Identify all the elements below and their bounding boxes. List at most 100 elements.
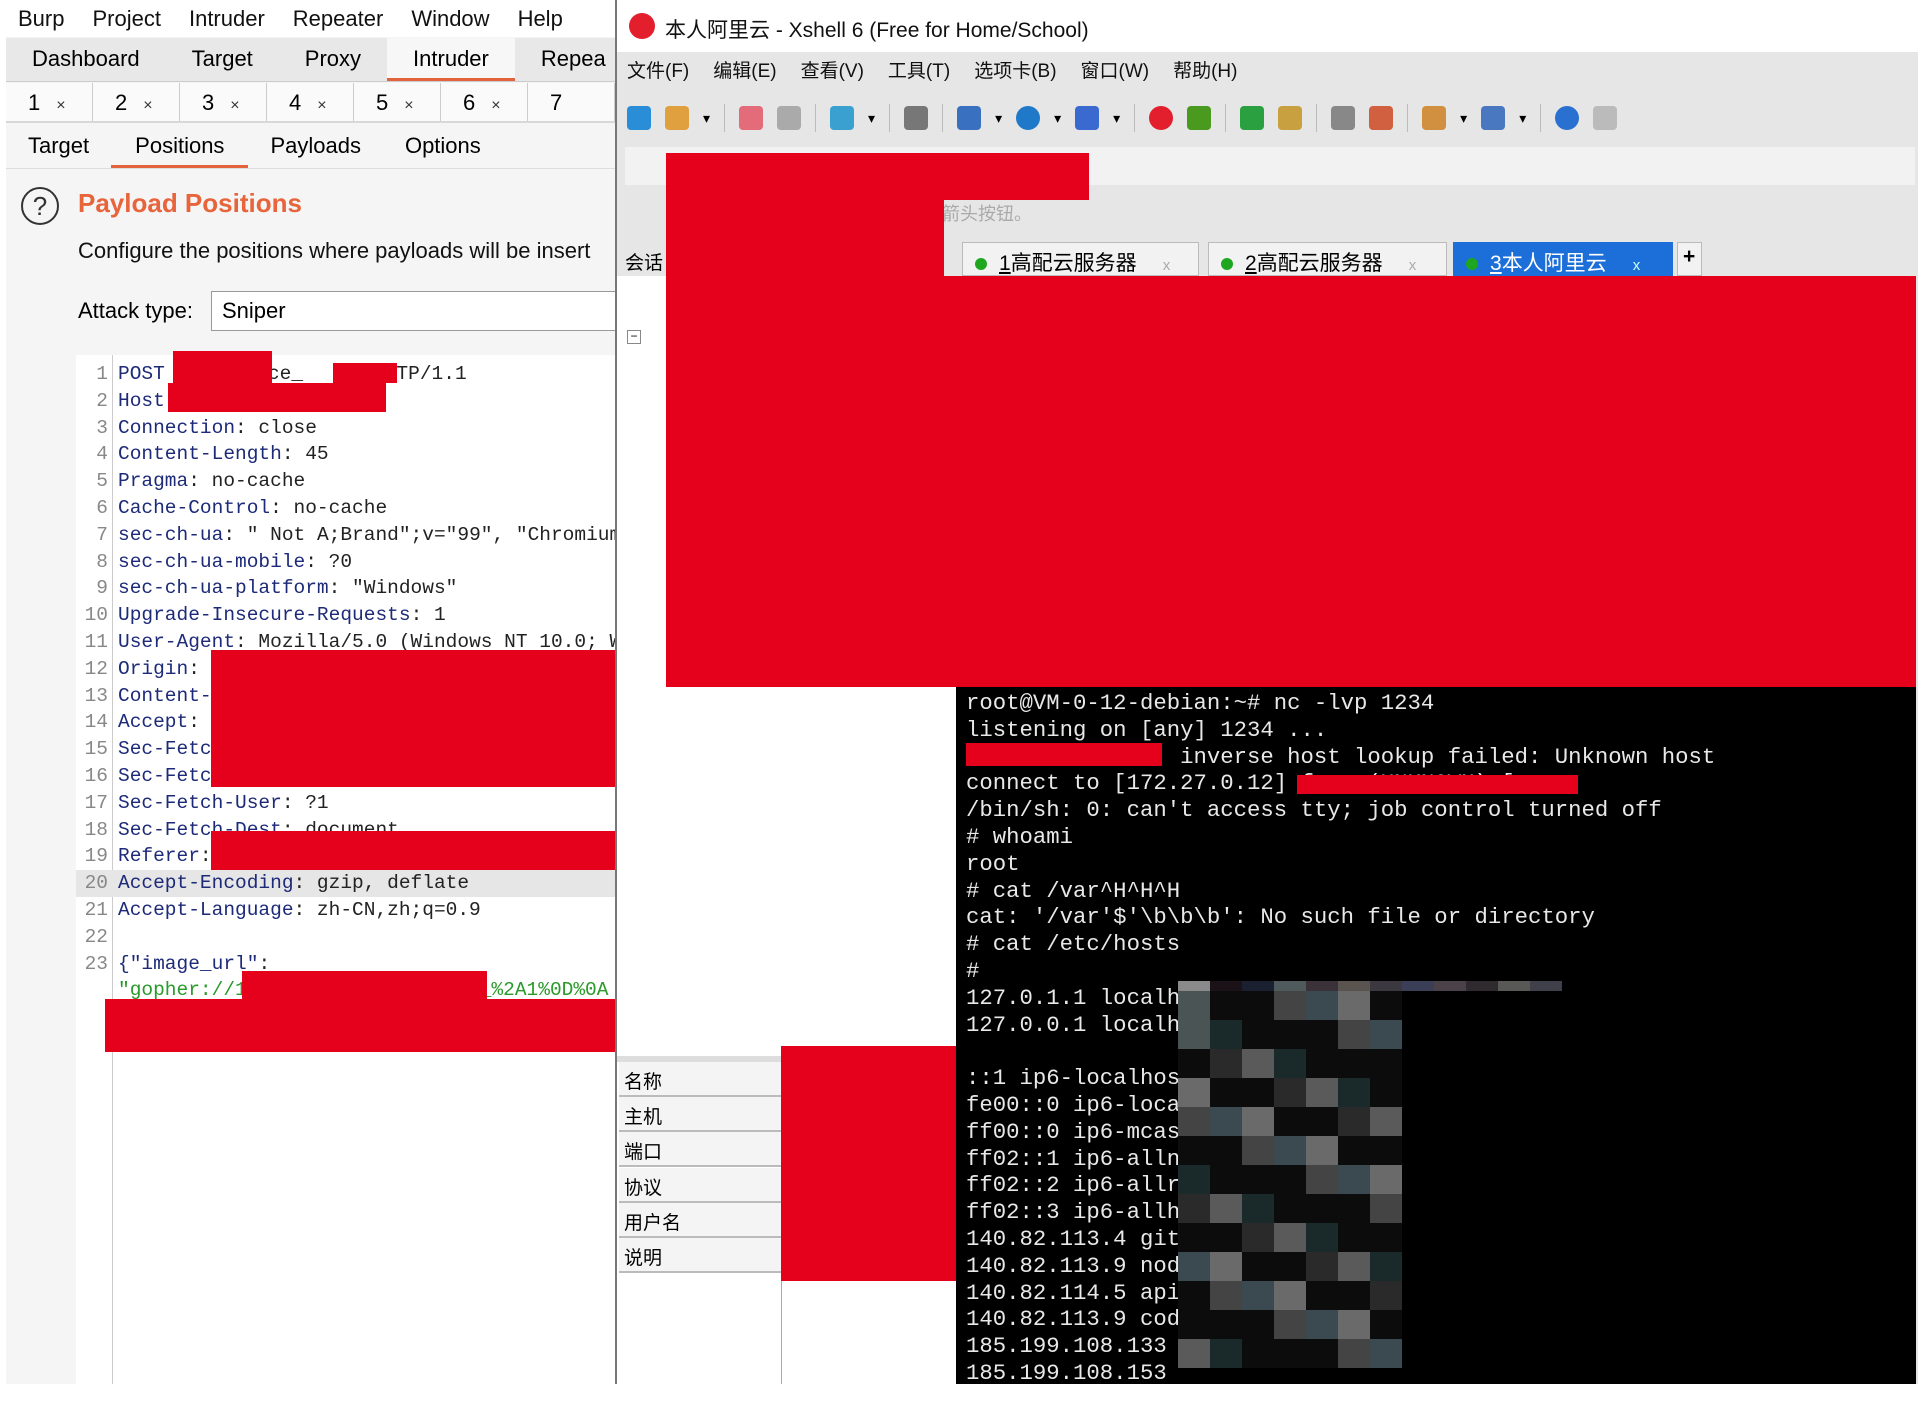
tab-repeater[interactable]: Repea — [515, 38, 615, 81]
help-icon[interactable]: ? — [21, 187, 59, 225]
pixelated-block — [1210, 981, 1242, 991]
menu-help[interactable]: Help — [518, 6, 563, 32]
terminal-line: /bin/sh: 0: can't access tty; job contro… — [966, 797, 1662, 824]
attack-type-select[interactable]: Sniper — [211, 291, 615, 331]
close-tab-icon[interactable]: × — [491, 97, 500, 114]
globe-icon[interactable] — [1016, 106, 1041, 130]
xshell-menu-item[interactable]: 工具(T) — [888, 56, 950, 83]
xshell-menu-item[interactable]: 查看(V) — [801, 56, 864, 83]
close-tab-icon[interactable]: x — [1163, 257, 1171, 274]
intruder-tab-2[interactable]: 2 × — [93, 83, 180, 121]
session-tab-3[interactable]: 3本人阿里云 x — [1453, 242, 1673, 276]
close-tab-icon[interactable]: × — [404, 97, 413, 114]
tab-intruder[interactable]: Intruder — [387, 38, 515, 81]
burp-window: Burp Project Intruder Repeater Window He… — [6, 0, 617, 1384]
session-tab-2[interactable]: 2高配云服务器 x — [1208, 242, 1447, 276]
tab-proxy[interactable]: Proxy — [279, 38, 387, 81]
close-tab-icon[interactable]: x — [1633, 257, 1641, 274]
menu-burp[interactable]: Burp — [18, 6, 64, 32]
intruder-tab-7[interactable]: 7 — [528, 83, 615, 121]
chat-icon[interactable] — [1593, 106, 1618, 130]
new-session-icon[interactable] — [627, 106, 651, 130]
keyboard-icon[interactable] — [1331, 106, 1356, 130]
toolbar-separator — [1540, 104, 1542, 132]
intruder-tab-6[interactable]: 6 × — [441, 83, 528, 121]
pixelated-block — [1306, 981, 1338, 991]
find-icon[interactable] — [904, 106, 929, 130]
tree-collapse-icon[interactable]: − — [627, 330, 641, 344]
request-line: 17 Sec-Fetch-User: ?1 — [76, 790, 615, 817]
dropdown-arrow-icon[interactable]: ▾ — [868, 110, 875, 127]
request-line: 21 Accept-Language: zh-CN,zh;q=0.9 — [76, 897, 615, 924]
menu-repeater[interactable]: Repeater — [293, 6, 384, 32]
terminal-line: 185.199.108.133 — [966, 1333, 1167, 1360]
dropdown-arrow-icon[interactable]: ▾ — [1113, 110, 1120, 127]
intruder-tab-5[interactable]: 5 × — [354, 83, 441, 121]
intruder-tab-3[interactable]: 3 × — [180, 83, 267, 121]
add-tab-button[interactable]: + — [1677, 242, 1702, 276]
header-value: : 1 — [410, 604, 446, 627]
xftp-icon[interactable] — [1187, 106, 1212, 130]
terminal-line: fe00::0 ip6-loca — [966, 1092, 1181, 1118]
xshell-logo-icon[interactable] — [1149, 106, 1174, 130]
terminal[interactable]: root@VM-0-12-debian:~# nc -lvp 1234 liste… — [956, 687, 1916, 1384]
line-number: 1 — [96, 363, 108, 385]
header-name: Accept — [118, 711, 189, 734]
menu-window[interactable]: Window — [411, 6, 489, 32]
reconnect-icon[interactable] — [777, 106, 802, 130]
pixelated-block — [1338, 1165, 1370, 1194]
help-icon[interactable] — [1555, 106, 1580, 130]
disconnect-icon[interactable] — [739, 106, 764, 130]
pixelated-block — [1370, 1136, 1402, 1165]
close-tab-icon[interactable]: × — [317, 97, 326, 114]
header-value: : — [188, 711, 200, 734]
close-tab-icon[interactable]: × — [143, 97, 152, 114]
intruder-tab-4[interactable]: 4 × — [267, 83, 354, 121]
close-tab-icon[interactable]: × — [56, 97, 65, 114]
pixelated-block — [1210, 1078, 1242, 1107]
subtab-positions[interactable]: Positions — [111, 125, 249, 168]
dropdown-arrow-icon[interactable]: ▾ — [1519, 110, 1526, 127]
dropdown-arrow-icon[interactable]: ▾ — [1460, 110, 1467, 127]
dropdown-arrow-icon[interactable]: ▾ — [995, 110, 1002, 127]
menu-project[interactable]: Project — [92, 6, 160, 32]
terminal-line: ff02::1 ip6-alln — [966, 1145, 1181, 1172]
pixelated-block — [1370, 1223, 1402, 1252]
font-icon[interactable] — [1075, 106, 1100, 130]
pixelated-block — [1242, 1310, 1274, 1339]
session-tab-1[interactable]: 1高配云服务器 x — [962, 242, 1199, 276]
lock-icon[interactable] — [1278, 106, 1303, 130]
close-tab-icon[interactable]: x — [1409, 257, 1417, 274]
pixelated-block — [1242, 1136, 1274, 1165]
intruder-tab-1[interactable]: 1 × — [6, 83, 93, 121]
request-line: 6 Cache-Control: no-cache — [76, 495, 615, 522]
open-folder-icon[interactable] — [665, 106, 689, 130]
intruder-attack-tabs: 1 × 2 × 3 × 4 × 5 × 6 × 7 — [6, 83, 615, 123]
session-properties-icon[interactable] — [830, 106, 855, 130]
subtab-target[interactable]: Target — [6, 125, 111, 168]
dropdown-arrow-icon[interactable]: ▾ — [703, 110, 710, 127]
transfer-icon[interactable] — [957, 106, 982, 130]
new-tab-icon[interactable] — [1422, 106, 1447, 130]
close-tab-icon[interactable]: × — [230, 97, 239, 114]
xshell-menu-item[interactable]: 编辑(E) — [713, 56, 776, 83]
subtab-options[interactable]: Options — [383, 125, 503, 168]
xshell-menu-item[interactable]: 窗口(W) — [1081, 56, 1150, 83]
xshell-menu-item[interactable]: 帮助(H) — [1173, 56, 1237, 83]
menu-intruder[interactable]: Intruder — [189, 6, 265, 32]
pixelated-block — [1370, 1078, 1402, 1107]
tab-target[interactable]: Target — [166, 38, 279, 81]
xshell-menu-item[interactable]: 选项卡(B) — [974, 56, 1056, 83]
tab-number: 1 — [999, 252, 1011, 275]
redaction — [1297, 775, 1578, 794]
dropdown-arrow-icon[interactable]: ▾ — [1054, 110, 1061, 127]
pixelated-block — [1178, 1339, 1210, 1368]
highlight-icon[interactable] — [1369, 106, 1394, 130]
header-value: : — [199, 845, 212, 868]
fullscreen-icon[interactable] — [1240, 106, 1265, 130]
pixelated-block — [1178, 1252, 1210, 1281]
layout-icon[interactable] — [1481, 106, 1506, 130]
xshell-menu-item[interactable]: 文件(F) — [627, 56, 689, 83]
subtab-payloads[interactable]: Payloads — [248, 125, 383, 168]
tab-dashboard[interactable]: Dashboard — [6, 38, 166, 81]
